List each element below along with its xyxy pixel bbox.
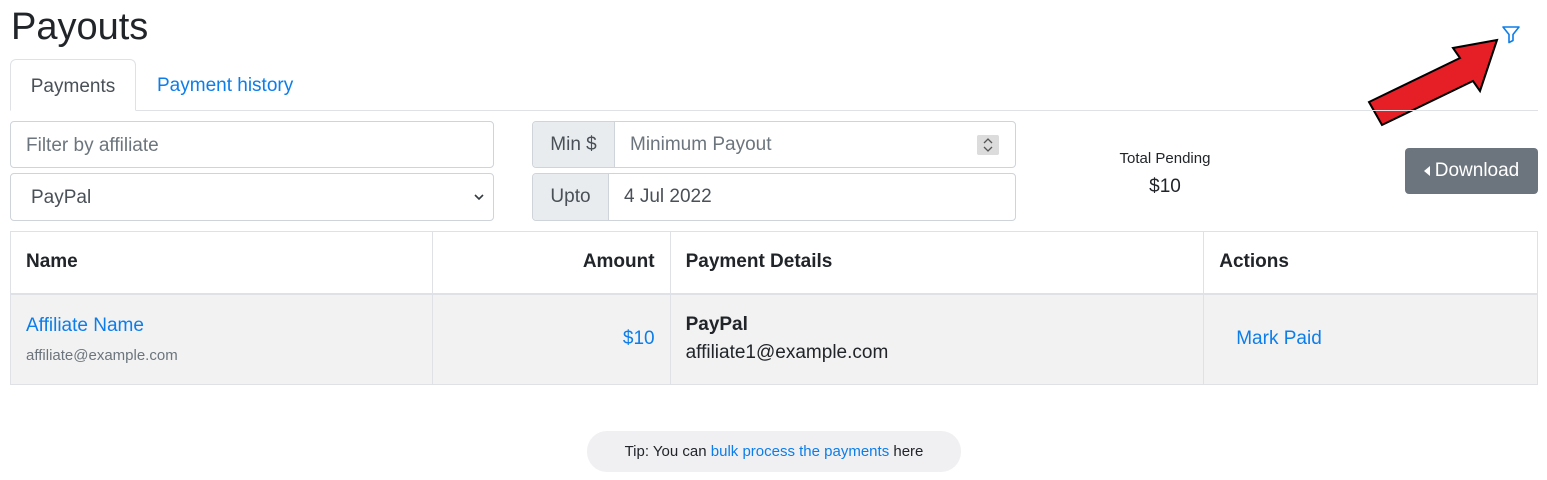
mark-paid-link[interactable]: Mark Paid — [1219, 328, 1322, 349]
upto-addon: Upto — [533, 174, 609, 220]
affiliate-name-link[interactable]: Affiliate Name — [26, 315, 417, 337]
upto-date-group: Upto 4 Jul 2022 — [532, 173, 1016, 221]
affiliate-email: affiliate@example.com — [26, 346, 178, 364]
tab-bar: Payments Payment history — [10, 59, 1538, 111]
payouts-table: Name Amount Payment Details Actions Affi… — [10, 231, 1538, 385]
min-payout-placeholder: Minimum Payout — [630, 133, 772, 155]
min-payout-input[interactable]: Minimum Payout — [615, 122, 1015, 167]
payment-method-value: PayPal — [31, 187, 92, 208]
download-label: Download — [1434, 160, 1520, 181]
page-title: Payouts — [11, 6, 149, 48]
number-spinner[interactable] — [977, 135, 999, 155]
min-payout-addon: Min $ — [533, 122, 615, 167]
cell-amount: $10 — [431, 293, 671, 385]
cell-name: Affiliate Name affiliate@example.com — [10, 293, 433, 385]
payment-email: affiliate1@example.com — [685, 342, 889, 364]
filter-icon[interactable] — [1500, 23, 1522, 45]
min-payout-group: Min $ Minimum Payout — [532, 121, 1016, 168]
chevron-down-icon — [474, 194, 484, 201]
tab-payment-history[interactable]: Payment history — [137, 59, 313, 111]
upto-date-value: 4 Jul 2022 — [624, 186, 712, 207]
payment-method: PayPal — [685, 314, 748, 336]
total-pending-value: $10 — [1149, 176, 1181, 197]
tip-suffix: here — [893, 443, 924, 460]
total-pending-label: Total Pending — [1119, 150, 1211, 167]
affiliate-filter-input[interactable]: Filter by affiliate — [10, 121, 494, 168]
table-row: Affiliate Name affiliate@example.com $10… — [10, 293, 1538, 385]
tab-payments[interactable]: Payments — [10, 59, 136, 111]
header-name: Name — [10, 231, 433, 295]
cell-payment-details: PayPal affiliate1@example.com — [669, 293, 1205, 385]
header-amount: Amount — [431, 231, 671, 295]
download-button[interactable]: Download — [1405, 148, 1538, 194]
header-payment-details: Payment Details — [669, 231, 1205, 295]
table-header-row: Name Amount Payment Details Actions — [10, 231, 1538, 295]
cell-actions: Mark Paid — [1203, 293, 1538, 385]
payment-method-select[interactable]: PayPal — [10, 173, 494, 221]
caret-left-icon — [1423, 166, 1430, 176]
bulk-process-link[interactable]: bulk process the payments — [711, 443, 889, 460]
upto-date-input[interactable]: 4 Jul 2022 — [609, 174, 1015, 220]
tip-banner: Tip: You can bulk process the payments h… — [587, 431, 961, 472]
header-actions: Actions — [1203, 231, 1538, 295]
amount-link[interactable]: $10 — [623, 328, 655, 349]
tip-prefix: Tip: You can — [624, 443, 707, 460]
